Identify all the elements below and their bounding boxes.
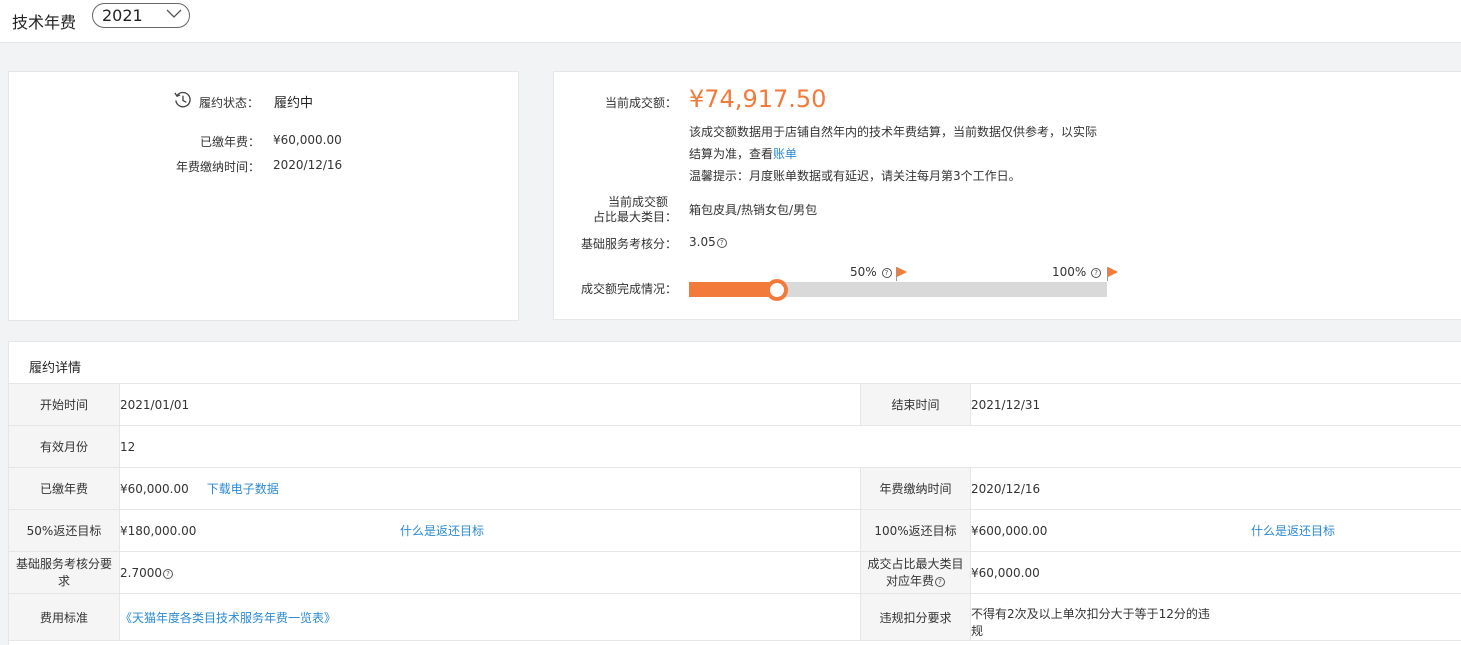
target100-link[interactable]: 什么是返还目标 bbox=[1251, 524, 1335, 538]
sales-card: 当前成交额： ¥74,917.50 该成交额数据用于店铺自然年内的技术年费结算，… bbox=[553, 71, 1461, 320]
table-row: 有效月份 12 bbox=[8, 425, 1461, 468]
target100-cell: ¥600,000.00 什么是返还目标 bbox=[970, 509, 1461, 552]
paid-value: ¥60,000.00 bbox=[120, 482, 189, 496]
paid-fee-label: 已缴年费： bbox=[199, 135, 260, 149]
score-label: 基础服务考核分： bbox=[580, 237, 677, 251]
violation-label: 违规扣分要求 bbox=[860, 593, 971, 641]
violation-value-line1: 不得有2次及以上单次扣分大于等于12分的违 bbox=[971, 607, 1210, 621]
year-select-value: 2021 bbox=[102, 6, 143, 25]
months-value: 12 bbox=[119, 425, 1461, 468]
chevron-down-icon bbox=[166, 9, 182, 18]
milestone-100-label: 100% bbox=[1052, 265, 1087, 279]
violation-value-line2: 规 bbox=[971, 624, 984, 638]
paid-cell: ¥60,000.00 下载电子数据 bbox=[119, 467, 861, 510]
progress-label: 成交额完成情况： bbox=[580, 282, 677, 296]
months-label: 有效月份 bbox=[8, 425, 120, 468]
help-icon[interactable]: ? bbox=[163, 568, 173, 579]
progress-fill bbox=[689, 282, 777, 297]
fee-std-link[interactable]: 《天猫年度各类目技术服务年费一览表》 bbox=[120, 611, 336, 625]
category-label-line2: 占比最大类目： bbox=[592, 210, 677, 224]
end-label: 结束时间 bbox=[860, 383, 971, 426]
bill-link[interactable]: 账单 bbox=[773, 147, 797, 161]
start-label: 开始时间 bbox=[8, 383, 120, 426]
target100-value: ¥600,000.00 bbox=[971, 524, 1048, 538]
end-value: 2021/12/31 bbox=[970, 383, 1461, 426]
amount-value: ¥74,917.50 bbox=[689, 85, 827, 113]
paytime-value: 2020/12/16 bbox=[970, 467, 1461, 510]
amount-desc-line3: 温馨提示：月度账单数据或有延迟，请关注每月第3个工作日。 bbox=[689, 169, 1021, 183]
table-row: 费用标准 《天猫年度各类目技术服务年费一览表》 违规扣分要求 不得有2次及以上单… bbox=[8, 593, 1461, 641]
start-value: 2021/01/01 bbox=[119, 383, 861, 426]
detail-table: 开始时间 2021/01/01 结束时间 2021/12/31 有效月份 12 … bbox=[8, 383, 1461, 641]
milestone-50-wrap: 50% ? bbox=[850, 265, 892, 279]
target50-label: 50%返还目标 bbox=[8, 509, 120, 552]
fee-std-label: 费用标准 bbox=[8, 593, 120, 641]
amount-desc-prefix: 结算为准，查看 bbox=[689, 147, 774, 161]
category-value: 箱包皮具/热销女包/男包 bbox=[689, 203, 818, 217]
table-row: 开始时间 2021/01/01 结束时间 2021/12/31 bbox=[8, 383, 1461, 426]
history-clock-icon bbox=[174, 91, 191, 108]
target100-label: 100%返还目标 bbox=[860, 509, 971, 552]
help-icon[interactable]: ? bbox=[1091, 268, 1102, 278]
score-value-wrap: 3.05? bbox=[689, 235, 727, 249]
target50-link[interactable]: 什么是返还目标 bbox=[400, 524, 484, 538]
score-value: 3.05 bbox=[689, 235, 716, 249]
progress-bar bbox=[689, 279, 1107, 301]
violation-value: 不得有2次及以上单次扣分大于等于12分的违规 bbox=[970, 593, 1461, 641]
table-row: 已缴年费 ¥60,000.00 下载电子数据 年费缴纳时间 2020/12/16 bbox=[8, 467, 1461, 510]
cat-fee-value: ¥60,000.00 bbox=[970, 551, 1461, 594]
table-row: 基础服务考核分要求 2.7000? 成交占比最大类目 对应年费? ¥60,000.… bbox=[8, 551, 1461, 594]
help-icon[interactable]: ? bbox=[935, 576, 945, 587]
help-icon[interactable]: ? bbox=[716, 238, 727, 248]
paid-label: 已缴年费 bbox=[8, 467, 120, 510]
flag-50-icon bbox=[897, 267, 907, 277]
progress-knob bbox=[766, 279, 788, 301]
fee-std-cell: 《天猫年度各类目技术服务年费一览表》 bbox=[119, 593, 861, 641]
top-bar: 技术年费 2021 bbox=[0, 0, 1461, 43]
cat-fee-label: 成交占比最大类目 对应年费? bbox=[860, 551, 971, 594]
paytime-label: 年费缴纳时间 bbox=[860, 467, 971, 510]
milestone-50-label: 50% bbox=[850, 265, 877, 279]
score-req-label-line2: 求 bbox=[57, 573, 70, 588]
help-icon[interactable]: ? bbox=[881, 268, 892, 278]
table-row: 50%返还目标 ¥180,000.00 什么是返还目标 100%返还目标 ¥600… bbox=[8, 509, 1461, 552]
year-select[interactable]: 2021 bbox=[92, 3, 190, 28]
download-link[interactable]: 下载电子数据 bbox=[207, 482, 279, 496]
cat-fee-label-line2: 对应年费 bbox=[885, 573, 934, 588]
score-req-cell: 2.7000? bbox=[119, 551, 861, 594]
flag-100-icon bbox=[1108, 267, 1118, 277]
target50-cell: ¥180,000.00 什么是返还目标 bbox=[119, 509, 861, 552]
paid-fee-value: ¥60,000.00 bbox=[273, 133, 342, 147]
amount-label: 当前成交额： bbox=[604, 96, 677, 110]
amount-desc-line1: 该成交额数据用于店铺自然年内的技术年费结算，当前数据仅供参考，以实际 bbox=[689, 125, 1098, 139]
score-req-label: 基础服务考核分要求 bbox=[8, 551, 120, 594]
page-title: 技术年费 bbox=[12, 13, 77, 32]
status-label: 履约状态： bbox=[199, 96, 260, 110]
detail-section: 履约详情 开始时间 2021/01/01 结束时间 2021/12/31 有效月… bbox=[8, 341, 1461, 645]
contract-status-card: 履约状态： 履约中 已缴年费： ¥60,000.00 年费缴纳时间： 2020/… bbox=[8, 71, 519, 321]
score-req-label-line1: 基础服务考核分要 bbox=[15, 556, 112, 571]
target50-value: ¥180,000.00 bbox=[120, 524, 197, 538]
pay-time-label: 年费缴纳时间： bbox=[175, 160, 260, 174]
milestone-100-wrap: 100% ? bbox=[1052, 265, 1102, 279]
amount-desc-line2: 结算为准，查看账单 bbox=[689, 145, 797, 162]
cat-fee-label-line1: 成交占比最大类目 bbox=[867, 556, 964, 571]
score-req-value: 2.7000 bbox=[120, 565, 162, 580]
status-value: 履约中 bbox=[274, 96, 314, 111]
detail-title: 履约详情 bbox=[29, 361, 82, 376]
cat-fee-label-line2-wrap: 对应年费? bbox=[861, 573, 970, 590]
pay-time-value: 2020/12/16 bbox=[273, 158, 343, 172]
